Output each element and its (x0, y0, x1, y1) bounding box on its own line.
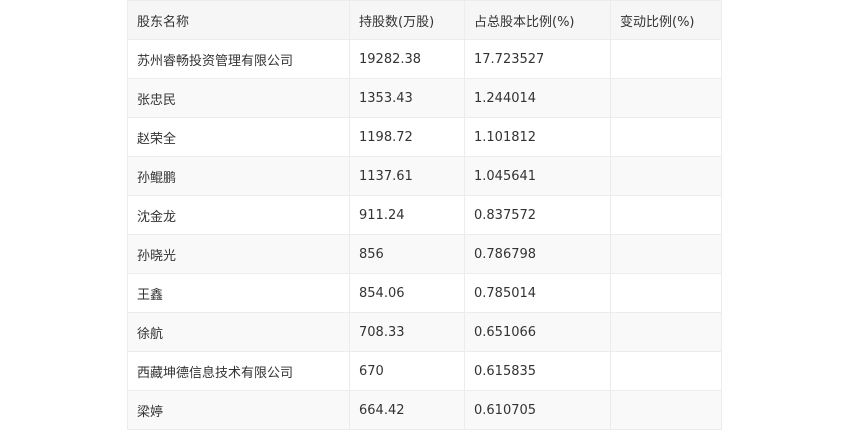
cell-shares-held: 1353.43 (349, 78, 465, 118)
cell-shares-held: 1137.61 (349, 156, 465, 196)
table-row: 赵荣全 1198.72 1.101812 (127, 117, 722, 157)
cell-change-ratio (610, 117, 722, 157)
cell-shareholder-name: 赵荣全 (127, 117, 350, 157)
cell-change-ratio (610, 273, 722, 313)
table-row: 王鑫 854.06 0.785014 (127, 273, 722, 313)
table-row: 西藏坤德信息技术有限公司 670 0.615835 (127, 351, 722, 391)
cell-change-ratio (610, 78, 722, 118)
cell-shares-held: 911.24 (349, 195, 465, 235)
shareholder-table-container: 股东名称 持股数(万股) 占总股本比例(%) 变动比例(%) 苏州睿畅投资管理有… (127, 0, 722, 430)
table-header: 股东名称 持股数(万股) 占总股本比例(%) 变动比例(%) (127, 0, 722, 40)
shareholder-table: 股东名称 持股数(万股) 占总股本比例(%) 变动比例(%) 苏州睿畅投资管理有… (127, 0, 722, 430)
cell-change-ratio (610, 195, 722, 235)
cell-shares-held: 1198.72 (349, 117, 465, 157)
cell-share-ratio: 17.723527 (464, 39, 611, 79)
table-row: 苏州睿畅投资管理有限公司 19282.38 17.723527 (127, 39, 722, 79)
cell-share-ratio: 0.837572 (464, 195, 611, 235)
cell-shares-held: 19282.38 (349, 39, 465, 79)
cell-change-ratio (610, 234, 722, 274)
cell-share-ratio: 0.786798 (464, 234, 611, 274)
cell-shares-held: 664.42 (349, 390, 465, 430)
cell-share-ratio: 0.610705 (464, 390, 611, 430)
cell-share-ratio: 0.651066 (464, 312, 611, 352)
table-row: 徐航 708.33 0.651066 (127, 312, 722, 352)
header-shares-held: 持股数(万股) (349, 0, 465, 40)
cell-shareholder-name: 孙晓光 (127, 234, 350, 274)
cell-shareholder-name: 苏州睿畅投资管理有限公司 (127, 39, 350, 79)
cell-change-ratio (610, 390, 722, 430)
cell-shares-held: 670 (349, 351, 465, 391)
cell-shares-held: 856 (349, 234, 465, 274)
cell-share-ratio: 1.045641 (464, 156, 611, 196)
cell-shareholder-name: 西藏坤德信息技术有限公司 (127, 351, 350, 391)
cell-change-ratio (610, 39, 722, 79)
cell-share-ratio: 0.615835 (464, 351, 611, 391)
cell-share-ratio: 1.101812 (464, 117, 611, 157)
cell-shares-held: 708.33 (349, 312, 465, 352)
header-shareholder-name: 股东名称 (127, 0, 350, 40)
table-row: 张忠民 1353.43 1.244014 (127, 78, 722, 118)
cell-shareholder-name: 沈金龙 (127, 195, 350, 235)
table-row: 孙鲲鹏 1137.61 1.045641 (127, 156, 722, 196)
table-body: 苏州睿畅投资管理有限公司 19282.38 17.723527 张忠民 1353… (127, 39, 722, 430)
cell-shareholder-name: 王鑫 (127, 273, 350, 313)
cell-shareholder-name: 徐航 (127, 312, 350, 352)
cell-share-ratio: 1.244014 (464, 78, 611, 118)
table-row: 沈金龙 911.24 0.837572 (127, 195, 722, 235)
cell-shareholder-name: 张忠民 (127, 78, 350, 118)
cell-shares-held: 854.06 (349, 273, 465, 313)
cell-change-ratio (610, 312, 722, 352)
table-row: 孙晓光 856 0.786798 (127, 234, 722, 274)
cell-shareholder-name: 孙鲲鹏 (127, 156, 350, 196)
header-change-ratio: 变动比例(%) (610, 0, 722, 40)
cell-change-ratio (610, 156, 722, 196)
cell-share-ratio: 0.785014 (464, 273, 611, 313)
header-row: 股东名称 持股数(万股) 占总股本比例(%) 变动比例(%) (127, 0, 722, 40)
cell-change-ratio (610, 351, 722, 391)
table-row: 梁婷 664.42 0.610705 (127, 390, 722, 430)
header-share-ratio: 占总股本比例(%) (464, 0, 611, 40)
cell-shareholder-name: 梁婷 (127, 390, 350, 430)
